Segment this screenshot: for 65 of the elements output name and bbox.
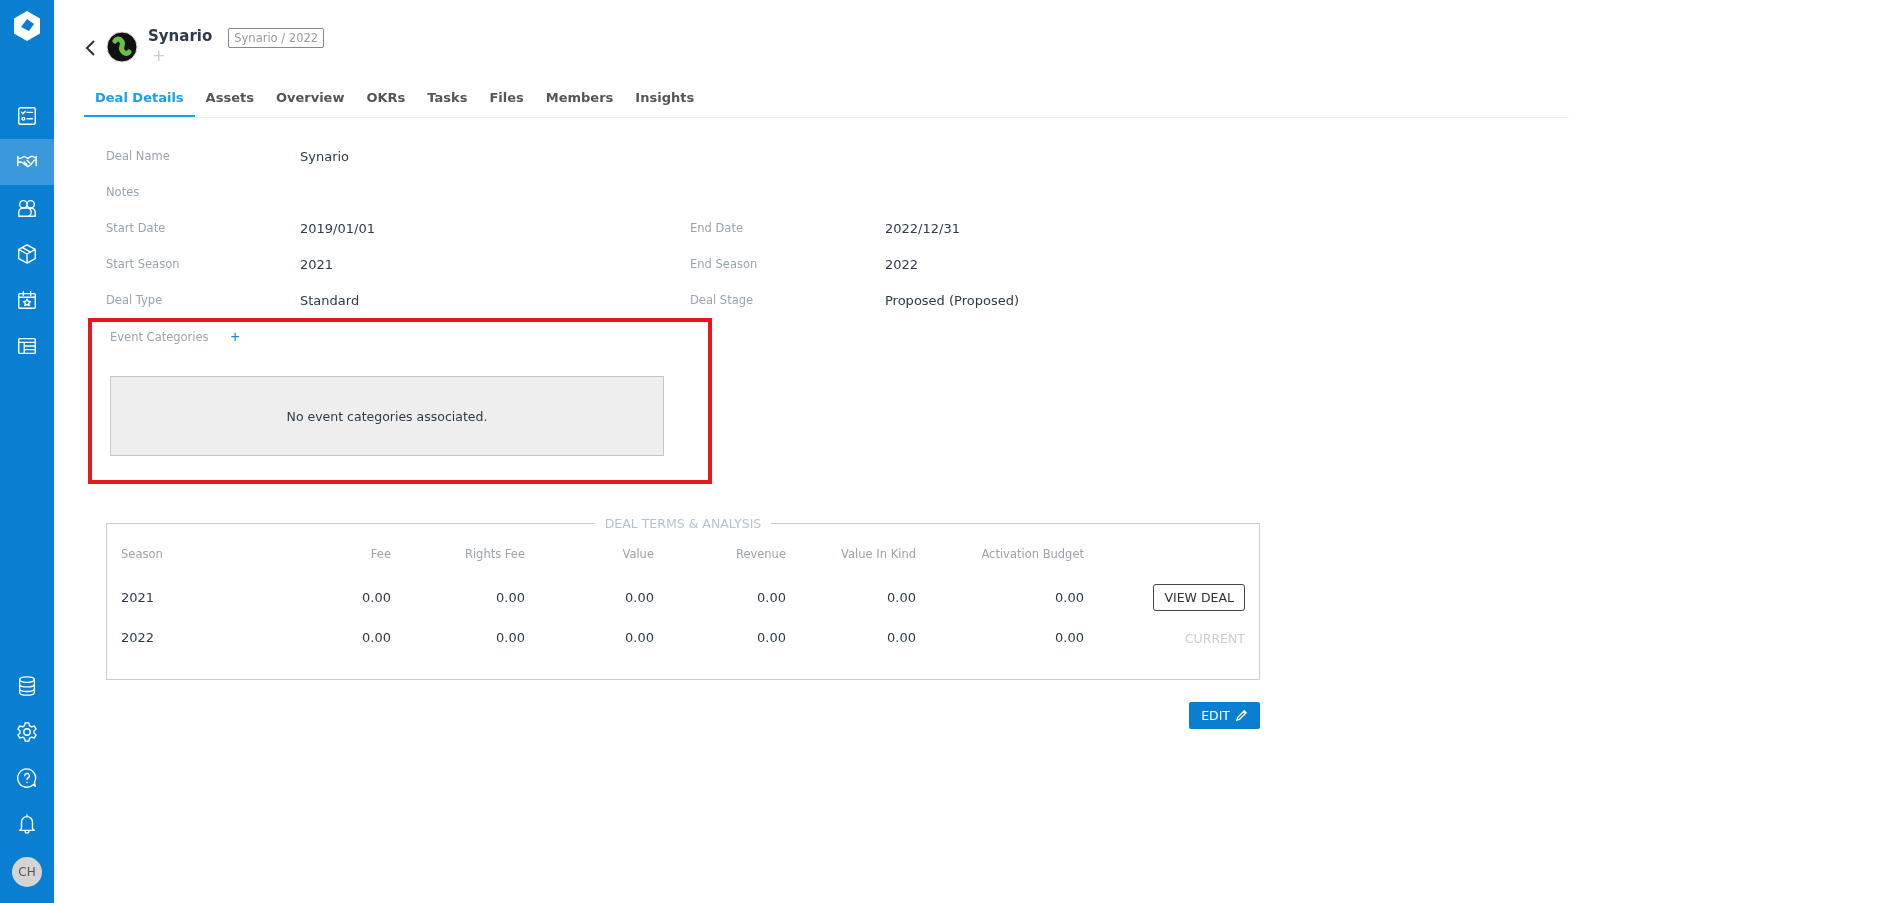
tab[interactable]: Assets <box>194 84 265 117</box>
column-header: Revenue <box>734 547 786 561</box>
company-logo-icon <box>106 31 138 63</box>
field-label: Deal Name <box>106 149 171 163</box>
tab[interactable]: Files <box>478 84 535 117</box>
back-icon[interactable] <box>84 38 98 58</box>
table-cell-text: 0.00 <box>624 629 654 645</box>
column-header: Value <box>621 547 654 561</box>
table-cell-text: 0.00 <box>1054 629 1084 645</box>
table-cell-text: 0.00 <box>495 589 525 605</box>
people-icon <box>16 197 38 219</box>
panel-title: DEAL TERMS & ANALYSIS <box>603 516 763 531</box>
table-cell-text: 0.00 <box>886 629 916 645</box>
table-cell-text: 0.00 <box>624 589 654 605</box>
table-cell-text: 0.00 <box>756 589 786 605</box>
column-header: Rights Fee <box>463 547 525 561</box>
tab[interactable]: OKRs <box>355 84 417 117</box>
edit-button[interactable]: EDIT <box>1189 702 1260 729</box>
box-icon <box>16 243 38 265</box>
column-header: Activation Budget <box>980 547 1084 561</box>
column-header: Value In Kind <box>840 547 916 561</box>
add-event-category-button[interactable]: + <box>230 328 240 346</box>
column-header: Fee <box>369 547 391 561</box>
tab[interactable]: Tasks <box>416 84 479 117</box>
tab[interactable]: Overview <box>264 84 356 117</box>
field-value: 2019/01/01 <box>300 220 376 236</box>
field-value: Proposed (Proposed) <box>885 292 1020 308</box>
field-label: Notes <box>106 185 141 199</box>
table-cell-text: 0.00 <box>1054 589 1084 605</box>
pencil-icon <box>1235 709 1248 722</box>
table-cell-text: 0.00 <box>495 629 525 645</box>
field-value: 2021 <box>300 256 335 272</box>
settings-icon <box>16 721 38 743</box>
tab[interactable]: Members <box>534 84 625 117</box>
checklist-icon <box>16 105 38 127</box>
table-cell-text: 2021 <box>121 589 156 605</box>
column-header: Season <box>121 547 164 561</box>
deal-season-tag: Synario / 2022 <box>228 28 325 48</box>
table-cell-text: 2022 <box>121 629 156 645</box>
database-icon <box>16 675 38 697</box>
field-label: Event Categories <box>110 330 209 344</box>
handshake-nav-button[interactable] <box>0 139 54 185</box>
calendar-icon <box>16 289 38 311</box>
field-label: End Season <box>690 257 759 271</box>
help-icon <box>16 767 38 789</box>
deal-title: Synario <box>148 26 213 46</box>
field-value: 2022/12/31 <box>885 220 961 236</box>
user-avatar[interactable]: CH <box>12 857 42 887</box>
field-label: End Date <box>690 221 744 235</box>
field-value: Synario <box>300 148 351 164</box>
field-label: Deal Type <box>106 293 164 307</box>
field-label: Start Season <box>106 257 181 271</box>
table-icon <box>16 335 38 357</box>
bell-icon <box>16 813 38 835</box>
field-label: Start Date <box>106 221 167 235</box>
table-cell-text: 0.00 <box>756 629 786 645</box>
table-cell-text: 0.00 <box>361 629 391 645</box>
view-deal-button[interactable]: VIEW DEAL <box>1153 583 1245 611</box>
tab[interactable]: Insights <box>624 84 706 117</box>
field-value: Standard <box>300 292 361 308</box>
empty-state-message: No event categories associated. <box>110 376 664 456</box>
table-cell-text: 0.00 <box>886 589 916 605</box>
table-cell-text: 0.00 <box>361 589 391 605</box>
field-value: 2022 <box>885 256 920 272</box>
field-label: Deal Stage <box>690 293 755 307</box>
